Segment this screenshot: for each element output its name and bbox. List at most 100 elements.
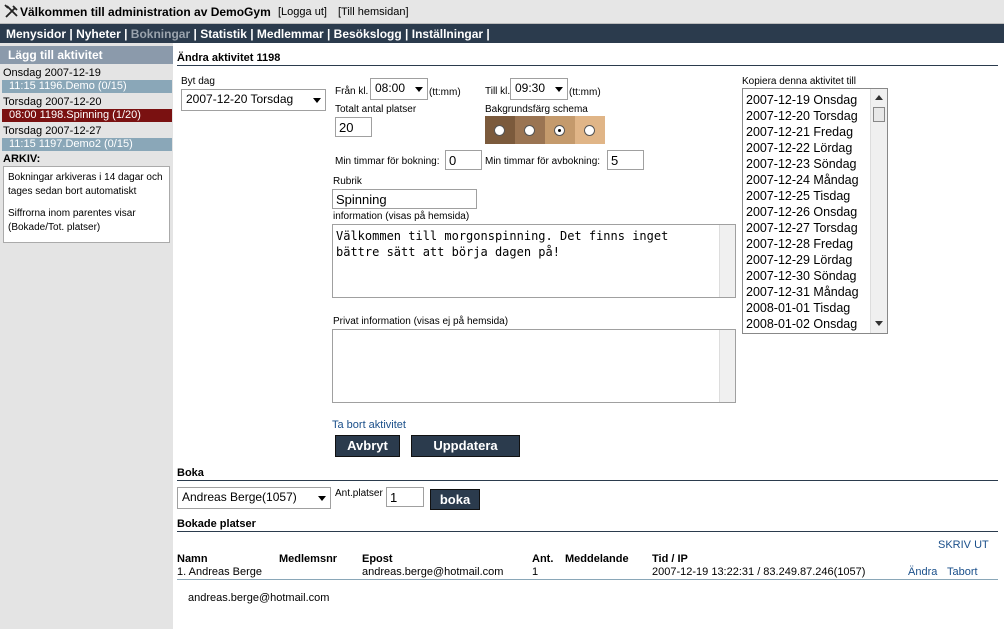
sidebar-activity[interactable]: 11:15 1196.Demo (0/15) (2, 80, 172, 93)
to-label: Till kl. (485, 86, 511, 97)
scrollbar[interactable] (719, 225, 735, 297)
bg-color-swatch-4[interactable] (575, 116, 605, 144)
homepage-link[interactable]: [Till hemsidan] (338, 6, 409, 18)
copy-option[interactable]: 2007-12-30 Söndag (743, 268, 870, 284)
edit-booking-link[interactable]: Ändra (908, 566, 937, 578)
change-day-value: 2007-12-20 Torsdag (186, 92, 294, 106)
sidebar-activity-selected[interactable]: 08:00 1198.Spinning (1/20) (2, 109, 172, 122)
delete-activity-link[interactable]: Ta bort aktivitet (332, 419, 406, 431)
nav-nyheter[interactable]: Nyheter (76, 27, 121, 41)
bg-color-swatch-2[interactable] (515, 116, 545, 144)
sidebar-day: Torsdag 2007-12-20 (3, 96, 102, 108)
nav-separator: | (250, 27, 254, 41)
copy-option[interactable]: 2007-12-28 Fredag (743, 236, 870, 252)
scrollbar[interactable] (870, 89, 887, 333)
logout-link[interactable]: [Logga ut] (278, 6, 327, 18)
places-input[interactable] (386, 487, 424, 507)
copy-option[interactable]: 2007-12-21 Fredag (743, 124, 870, 140)
remove-booking-link[interactable]: Tabort (947, 566, 978, 578)
bg-color-swatch-3[interactable] (545, 116, 575, 144)
heading-input[interactable] (332, 189, 477, 209)
to-time-value: 09:30 (515, 81, 546, 95)
change-day-select[interactable]: 2007-12-20 Torsdag (181, 89, 326, 111)
cell-name: 1. Andreas Berge (177, 566, 263, 578)
scroll-down-icon[interactable] (875, 321, 883, 326)
copy-option[interactable]: 2007-12-26 Onsdag (743, 204, 870, 220)
sidebar-day: Onsdag 2007-12-19 (3, 67, 101, 79)
from-time-value: 08:00 (375, 81, 406, 95)
copy-option[interactable]: 2007-12-27 Torsdag (743, 220, 870, 236)
sidebar-activity[interactable]: 11:15 1197.Demo2 (0/15) (2, 138, 172, 151)
book-button[interactable]: boka (430, 489, 480, 510)
nav-bokningar[interactable]: Bokningar (131, 27, 190, 41)
nav-separator: | (326, 27, 331, 41)
update-button[interactable]: Uppdatera (411, 435, 520, 457)
copy-option[interactable]: 2007-12-22 Lördag (743, 140, 870, 156)
sidebar-day: Torsdag 2007-12-27 (3, 125, 102, 137)
col-header-message: Meddelande (565, 553, 629, 565)
radio-icon (554, 125, 565, 136)
table-row: 1. Andreas Berge andreas.berge@hotmail.c… (177, 566, 998, 580)
col-header-time-ip: Tid / IP (652, 553, 688, 565)
min-hours-booking-label: Min timmar för bokning: (335, 156, 440, 167)
radio-icon (584, 125, 595, 136)
copy-option[interactable]: 2007-12-23 Söndag (743, 156, 870, 172)
chevron-down-icon (415, 87, 423, 92)
nav-menysidor[interactable]: Menysidor (6, 27, 66, 41)
min-hours-cancel-label: Min timmar för avbokning: (485, 156, 601, 167)
copy-option[interactable]: 2008-01-02 Onsdag (743, 316, 870, 332)
email-list: andreas.berge@hotmail.com (188, 592, 330, 604)
scroll-thumb[interactable] (873, 107, 885, 122)
main-nav: Menysidor | Nyheter | Bokningar | Statis… (0, 24, 1004, 43)
booked-section-title: Bokade platser (177, 518, 256, 530)
scrollbar[interactable] (719, 330, 735, 402)
radio-icon (524, 125, 535, 136)
member-value: Andreas Berge(1057) (182, 490, 297, 504)
archive-label: ARKIV: (3, 153, 41, 165)
col-header-email: Epost (362, 553, 393, 565)
private-textarea[interactable] (332, 329, 736, 403)
nav-besokslogg[interactable]: Besökslogg (334, 27, 402, 41)
copy-option[interactable]: 2008-01-01 Tisdag (743, 300, 870, 316)
total-places-label: Totalt antal platser (335, 104, 417, 115)
member-select[interactable]: Andreas Berge(1057) (177, 487, 331, 509)
min-hours-cancel-input[interactable] (607, 150, 644, 170)
cell-email: andreas.berge@hotmail.com (362, 566, 504, 578)
add-activity-link[interactable]: Lägg till aktivitet (0, 46, 173, 64)
to-hint: (tt:mm) (569, 87, 601, 98)
print-link[interactable]: SKRIV UT (938, 539, 989, 551)
copy-option[interactable]: 2007-12-20 Torsdag (743, 108, 870, 124)
nav-separator: | (124, 27, 128, 41)
to-time-select[interactable]: 09:30 (510, 78, 568, 100)
bg-color-swatch-1[interactable] (485, 116, 515, 144)
divider (177, 480, 998, 481)
change-day-label: Byt dag (181, 76, 215, 87)
copy-option[interactable]: 2007-12-31 Måndag (743, 284, 870, 300)
chevron-down-icon (313, 98, 321, 103)
copy-option[interactable]: 2007-12-29 Lördag (743, 252, 870, 268)
nav-statistik[interactable]: Statistik (200, 27, 247, 41)
info-textarea[interactable]: Välkommen till morgonspinning. Det finns… (332, 224, 736, 298)
scroll-up-icon[interactable] (875, 95, 883, 100)
archive-info-text: Bokningar arkiveras i 14 dagar och tages… (8, 172, 163, 197)
min-hours-booking-input[interactable] (445, 150, 482, 170)
col-header-count: Ant. (532, 553, 554, 565)
archive-info-box: Bokningar arkiveras i 14 dagar och tages… (3, 166, 170, 243)
wrench-screwdriver-icon (4, 4, 19, 22)
copy-listbox[interactable]: 2007-12-19 Onsdag 2007-12-20 Torsdag 2007-… (742, 88, 888, 334)
heading-label: Rubrik (333, 176, 362, 187)
book-section-title: Boka (177, 467, 204, 479)
info-text: Välkommen till morgonspinning. Det finns… (336, 229, 669, 259)
nav-separator: | (69, 27, 73, 41)
total-places-input[interactable] (335, 117, 372, 137)
copy-option[interactable]: 2007-12-25 Tisdag (743, 188, 870, 204)
copy-option[interactable]: 2007-12-24 Måndag (743, 172, 870, 188)
nav-medlemmar[interactable]: Medlemmar (257, 27, 324, 41)
cancel-button[interactable]: Avbryt (335, 435, 400, 457)
from-time-select[interactable]: 08:00 (370, 78, 428, 100)
divider (177, 531, 998, 532)
nav-installningar[interactable]: Inställningar (412, 27, 483, 41)
bg-color-label: Bakgrundsfärg schema (485, 104, 588, 115)
copy-option[interactable]: 2007-12-19 Onsdag (743, 92, 870, 108)
copy-options: 2007-12-19 Onsdag 2007-12-20 Torsdag 2007-… (743, 89, 887, 332)
